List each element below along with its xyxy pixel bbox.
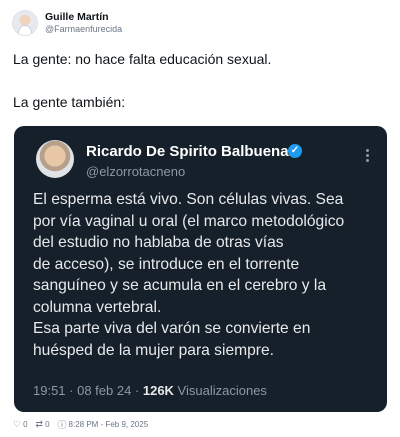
tweet-text-line1: La gente: no hace falta educación sexual… — [13, 51, 272, 67]
quoted-timestamp[interactable]: 19:51 · 08 feb 24 · — [33, 383, 143, 398]
quoted-text-line: por vía vaginal u oral (el marco metodol… — [33, 212, 345, 230]
quoted-author-handle[interactable]: @elzorrotacneno — [86, 164, 185, 179]
author-names: Guille Martín @Farmaenfurecida — [45, 11, 122, 34]
quoted-text-line: sanguíneo y se acumula en el cerebro y l… — [33, 277, 326, 294]
retweet-icon[interactable]: ⇄ — [36, 419, 44, 430]
author-handle[interactable]: @Farmaenfurecida — [45, 24, 122, 35]
tweet-time[interactable]: 8:28 PM - Feb 9, 2025 — [69, 420, 149, 429]
author-avatar[interactable] — [12, 10, 38, 36]
like-count: 0 — [23, 420, 28, 429]
verified-badge-icon: ✓ — [288, 144, 302, 158]
tweet-header: Guille Martín @Farmaenfurecida — [12, 10, 122, 36]
heart-icon[interactable]: ♡ — [13, 419, 21, 430]
tweet-actions-bar: ♡ 0 ⇄ 0 ⓘ 8:28 PM - Feb 9, 2025 — [13, 418, 148, 431]
quoted-text-line: columna vertebral. — [33, 298, 162, 316]
info-icon[interactable]: ⓘ — [58, 418, 67, 431]
author-name[interactable]: Guille Martín — [45, 11, 122, 24]
quoted-tweet-text: El esperma está vivo. Son células vivas.… — [33, 189, 378, 361]
quoted-text-line: de acceso), se introduce en el torrente — [33, 255, 300, 273]
quoted-tweet-meta: 19:51 · 08 feb 24 · 126K Visualizaciones — [33, 383, 267, 398]
quoted-tweet-card[interactable]: Ricardo De Spirito Balbuena. ✓ @elzorrot… — [14, 126, 387, 412]
quoted-text-line: El esperma está vivo. Son células vivas.… — [33, 191, 344, 208]
quoted-text-line: del estudio no hablaba de otras vías — [33, 234, 284, 251]
views-label: Visualizaciones — [173, 383, 267, 398]
tweet-text-line2: La gente también: — [13, 94, 126, 110]
quoted-text-line: Esa parte viva del varón se convierte en — [33, 320, 311, 337]
quoted-text-line: huésped de la mujer para siempre. — [33, 341, 274, 359]
quoted-author-name[interactable]: Ricardo De Spirito Balbuena. — [86, 143, 293, 160]
views-count: 126K — [142, 383, 174, 398]
quoted-author-avatar[interactable] — [36, 140, 74, 178]
retweet-count: 0 — [45, 420, 50, 429]
more-options-icon[interactable] — [366, 149, 369, 164]
